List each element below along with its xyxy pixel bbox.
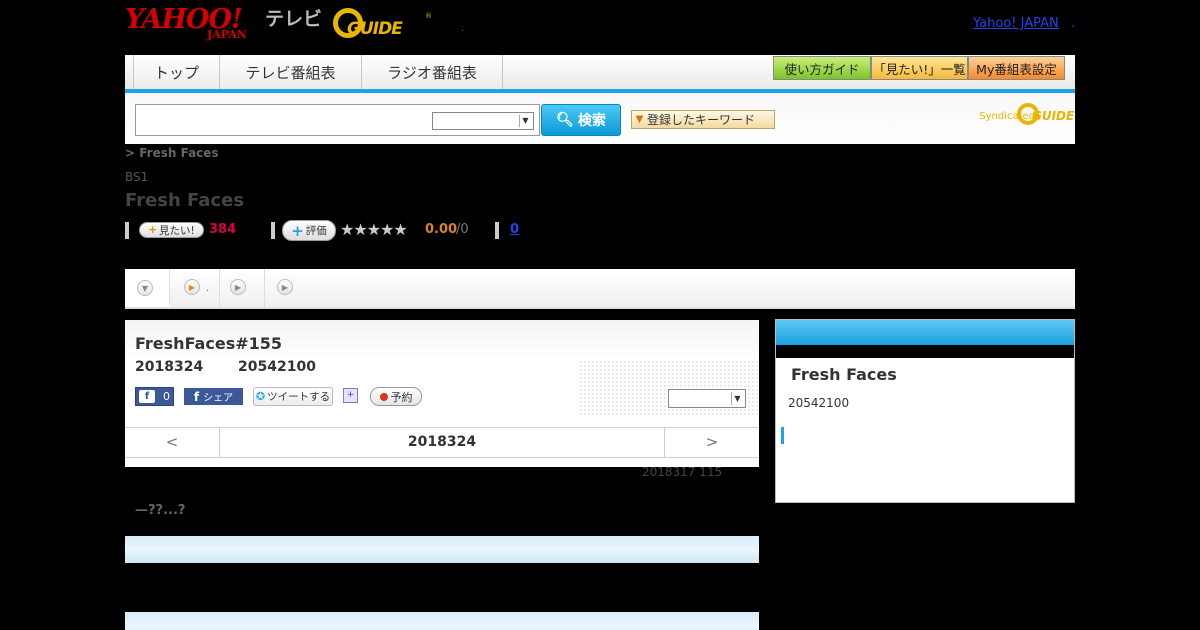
usage-guide-button[interactable]: 使い方ガイド — [773, 56, 871, 80]
pager-current-date: 2018324 — [407, 434, 477, 450]
detail-tabs: ▼ ▶ . ▶ ▶ — [125, 269, 1075, 309]
side-panel-header — [776, 320, 1074, 345]
reserve-label: 予約 — [390, 390, 413, 404]
detail-tab-4[interactable]: ▶ — [265, 269, 310, 307]
rate-button[interactable]: + 評価 — [282, 220, 336, 241]
breadcrumb[interactable]: > Fresh Faces — [125, 146, 219, 160]
yahoo-japan-logo[interactable]: YAHOO! JAPAN — [125, 6, 263, 41]
calendar-add-icon[interactable]: + — [343, 388, 358, 403]
channel-name: BS1 — [125, 170, 149, 184]
registered-keywords-label: 登録したキーワード — [647, 113, 756, 127]
program-stats: + 見たい! 384 + 評価 ★★★★★ 0.00 /0 0 — [125, 220, 545, 241]
nav-right-buttons: 使い方ガイド 「見たい!」一覧 My番組表設定 — [773, 56, 1065, 80]
plus-icon: + — [291, 221, 304, 240]
rate-label: 評価 — [305, 225, 327, 237]
yahoo-japan-link[interactable]: Yahoo! JAPAN — [973, 16, 1059, 32]
play-circle-icon: ▶ — [277, 279, 293, 295]
section-header-bar — [125, 536, 759, 563]
episode-time: 20542100 — [238, 359, 316, 375]
facebook-like-count: 0 — [163, 390, 170, 403]
side-program-title: Fresh Faces — [791, 365, 897, 384]
facebook-like-button[interactable]: f 0 — [135, 387, 174, 406]
episode-pager: < 2018324 > — [125, 427, 759, 458]
header-dot-link[interactable]: . — [461, 23, 464, 34]
pager-prev-button[interactable]: < — [125, 428, 220, 457]
plus-icon: + — [148, 224, 158, 236]
chevron-down-icon: ▼ — [731, 392, 743, 405]
facebook-icon: f — [139, 390, 155, 403]
section-header-bar — [125, 612, 759, 630]
want-count: 384 — [209, 222, 237, 237]
episode-description: —??...? — [135, 503, 186, 518]
previous-episode-info: 2018317 115 — [642, 465, 723, 479]
triangle-down-icon: ▼ — [635, 114, 644, 125]
want-label: 見たい! — [159, 224, 195, 237]
episode-card: FreshFaces#155 2018324 20542100 f 0 f シェ… — [125, 320, 759, 467]
side-accent-mark — [781, 427, 784, 444]
search-button-label: 検索 — [577, 113, 606, 129]
chevron-down-icon: ▼ — [519, 115, 531, 127]
episode-title: FreshFaces#155 — [135, 334, 283, 353]
tweet-button[interactable]: ✪ ツイートする — [253, 387, 333, 406]
want-to-watch-button[interactable]: + 見たい! — [139, 222, 204, 238]
facebook-share-button[interactable]: f シェア — [184, 388, 243, 405]
twitter-bird-icon: ✪ — [255, 390, 266, 403]
divider — [125, 222, 129, 239]
my-schedule-settings-button[interactable]: My番組表設定 — [968, 56, 1065, 80]
divider — [495, 222, 499, 239]
global-nav: トップ テレビ番組表 ラジオ番組表 使い方ガイド 「見たい!」一覧 My番組表設… — [125, 55, 1075, 93]
logo-tv-text: テレビ — [265, 8, 323, 30]
rating-score: 0.00 — [425, 222, 458, 237]
review-count-link[interactable]: 0 — [510, 222, 519, 237]
play-circle-icon: ▶ — [230, 279, 246, 295]
pager-next-button[interactable]: > — [664, 428, 759, 457]
registered-mark: ® — [425, 12, 432, 20]
g-guide-logo[interactable]: GUIDE ® — [333, 8, 433, 42]
detail-tab-2-label: . — [206, 283, 210, 294]
search-button[interactable]: 🔍︎ 検索 — [541, 104, 621, 136]
episode-select[interactable]: ▼ — [668, 389, 746, 408]
episode-date: 2018324 — [135, 359, 204, 375]
detail-tab-2[interactable]: ▶ . — [170, 269, 220, 307]
nav-tab-tv-schedule[interactable]: テレビ番組表 — [219, 55, 361, 89]
reserve-button[interactable]: 予約 — [370, 387, 422, 406]
logo-japan-text: JAPAN — [207, 28, 247, 41]
side-program-time: 20542100 — [788, 396, 850, 410]
page-title: Fresh Faces — [125, 190, 245, 211]
nav-tabs: トップ テレビ番組表 ラジオ番組表 — [133, 55, 503, 89]
detail-tab-3[interactable]: ▶ — [220, 269, 265, 307]
record-dot-icon — [379, 392, 388, 401]
rating-count: /0 — [456, 222, 469, 237]
divider — [271, 222, 275, 239]
tweet-label: ツイートする — [267, 391, 331, 403]
rating-stars: ★★★★★ — [340, 220, 408, 239]
header-right-dot[interactable]: . — [1071, 16, 1075, 32]
play-circle-icon: ▶ — [184, 279, 200, 295]
want-list-button[interactable]: 「見たい!」一覧 — [871, 56, 968, 80]
facebook-icon: f — [193, 389, 200, 404]
side-panel-header-band — [776, 345, 1074, 358]
search-category-select[interactable]: ▼ — [432, 112, 534, 130]
search-area: ▼ 🔍︎ 検索 ▼ 登録したキーワード Syndicated GUIDE — [125, 93, 1075, 144]
nav-tab-radio-schedule[interactable]: ラジオ番組表 — [361, 55, 503, 89]
facebook-share-label: シェア — [203, 393, 234, 404]
search-icon: 🔍︎ — [556, 112, 574, 128]
g-guide-logo-text: GUIDE — [347, 19, 403, 39]
registered-keywords-button[interactable]: ▼ 登録したキーワード — [631, 110, 775, 129]
detail-tab-1[interactable]: ▼ — [125, 269, 170, 307]
side-panel: Fresh Faces 20542100 — [775, 319, 1075, 503]
nav-tab-top[interactable]: トップ — [133, 55, 219, 89]
g-guide-small-text: GUIDE — [1032, 109, 1075, 123]
chevron-down-circle-icon: ▼ — [137, 280, 153, 296]
